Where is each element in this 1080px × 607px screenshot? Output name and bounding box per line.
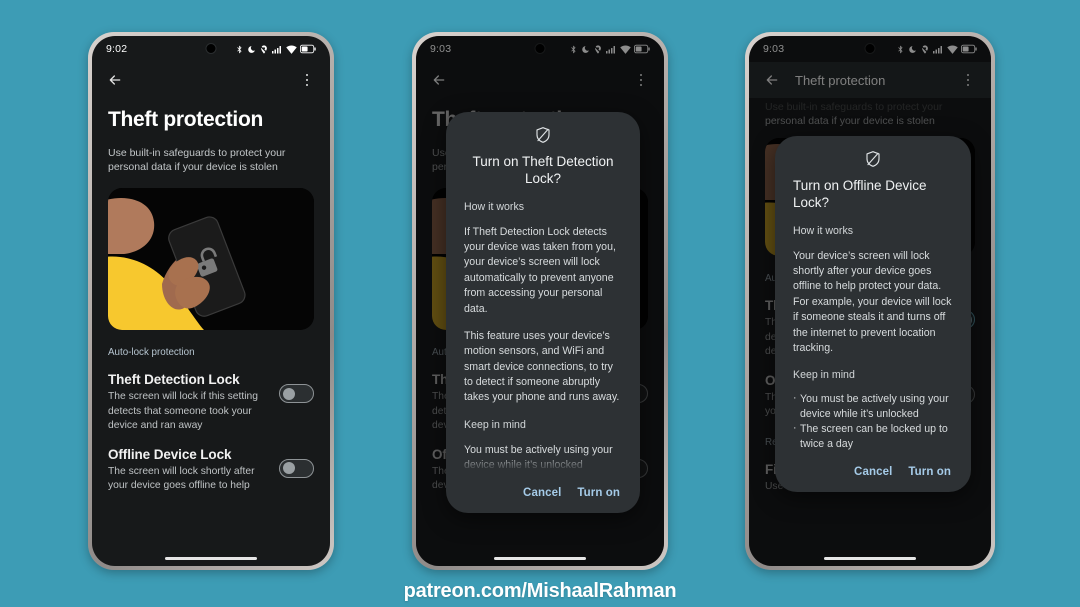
- status-bar: 9:02: [92, 36, 330, 62]
- turn-on-button[interactable]: Turn on: [908, 466, 951, 478]
- camera-punch-hole: [205, 43, 217, 54]
- theft-detection-lock-dialog: Turn on Theft Detection Lock? How it wor…: [446, 112, 640, 514]
- turn-on-button[interactable]: Turn on: [577, 487, 620, 499]
- cancel-button[interactable]: Cancel: [523, 487, 561, 499]
- gesture-nav-pill[interactable]: [494, 557, 586, 560]
- phone-1: 9:02 Theft protection Use built-in safeg…: [88, 32, 334, 570]
- kebab-dots: [305, 73, 309, 87]
- phone-3-screen: 9:03 Theft protection Use built-in safeg…: [749, 36, 991, 566]
- status-bar-icons: [235, 44, 316, 55]
- dialog-title: Turn on Offline Device Lock?: [793, 178, 927, 210]
- dialog-how-paragraph-1: If Theft Detection Lock detects your dev…: [464, 225, 616, 315]
- phone-3: 9:03 Theft protection Use built-in safeg…: [745, 32, 995, 570]
- phone-2: 9:03 Use The The Turn on Theft Detection…: [412, 32, 668, 570]
- offline-device-lock-toggle[interactable]: [279, 458, 314, 478]
- dialog-keep-in-mind-list: You must be actively using your device w…: [793, 391, 953, 452]
- dialog-title: Turn on Theft Detection Lock?: [472, 154, 614, 186]
- dialog-body[interactable]: How it works If Theft Detection Lock det…: [446, 201, 640, 474]
- dialog-keep-in-mind-heading: Keep in mind: [793, 369, 855, 382]
- dialog-how-it-works-heading: How it works: [464, 200, 525, 213]
- gesture-nav-pill[interactable]: [824, 557, 916, 560]
- hero-illustration: [108, 188, 314, 331]
- dialog-keep-in-mind-paragraph: You must be actively using your device w…: [464, 443, 613, 472]
- phone-1-screen: 9:02 Theft protection Use built-in safeg…: [92, 36, 330, 566]
- gesture-nav-pill[interactable]: [165, 557, 257, 560]
- back-arrow-icon[interactable]: [104, 69, 126, 91]
- shield-off-icon: [446, 126, 640, 144]
- dialog-how-paragraph-2: This feature uses your device’s motion s…: [464, 329, 620, 404]
- toggle-knob: [283, 387, 295, 400]
- dialog-how-it-works-heading: How it works: [793, 224, 854, 237]
- setting-text: Theft Detection Lock The screen will loc…: [108, 372, 269, 433]
- location-off-icon: [259, 44, 269, 55]
- offline-device-lock-dialog: Turn on Offline Device Lock? How it work…: [775, 136, 971, 493]
- dialog-actions: Cancel Turn on: [446, 473, 640, 505]
- cellular-signal-icon: [272, 44, 283, 55]
- setting-offline-device-lock[interactable]: Offline Device Lock The screen will lock…: [108, 447, 314, 493]
- page-content: Theft protection Use built-in safeguards…: [92, 108, 330, 493]
- app-bar: [92, 62, 330, 98]
- setting-description: The screen will lock shortly after your …: [108, 465, 255, 492]
- dialog-how-paragraph-1: Your device’s screen will lock shortly a…: [793, 249, 952, 354]
- cancel-button[interactable]: Cancel: [854, 466, 892, 478]
- wifi-icon: [286, 44, 297, 55]
- status-bar-clock: 9:02: [106, 43, 128, 55]
- page-title: Theft protection: [108, 108, 264, 131]
- setting-title: Offline Device Lock: [108, 446, 232, 462]
- phone-2-screen: 9:03 Use The The Turn on Theft Detection…: [416, 36, 664, 566]
- section-label-auto-lock: Auto-lock protection: [108, 347, 195, 359]
- list-item: You must be actively using your device w…: [793, 391, 953, 422]
- footer-watermark: patreon.com/MishaalRahman: [403, 580, 677, 602]
- bluetooth-icon: [235, 44, 244, 55]
- overflow-menu-icon[interactable]: [296, 69, 318, 91]
- list-item: The screen can be locked up to twice a d…: [793, 421, 953, 452]
- do-not-disturb-moon-icon: [247, 44, 256, 55]
- page-subtitle: Use built-in safeguards to protect your …: [108, 147, 286, 174]
- setting-description: The screen will lock if this setting det…: [108, 391, 258, 431]
- setting-title: Theft Detection Lock: [108, 372, 240, 388]
- dialog-body[interactable]: How it works Your device’s screen will l…: [775, 225, 971, 453]
- battery-icon: [300, 44, 316, 54]
- shield-off-icon: [775, 150, 971, 168]
- theft-detection-lock-toggle[interactable]: [279, 384, 314, 404]
- toggle-knob: [283, 462, 295, 475]
- setting-theft-detection-lock[interactable]: Theft Detection Lock The screen will loc…: [108, 372, 314, 433]
- screenshot-stage: 9:02 Theft protection Use built-in safeg…: [0, 0, 1080, 607]
- dialog-actions: Cancel Turn on: [775, 452, 971, 484]
- dialog-keep-in-mind-heading: Keep in mind: [464, 418, 526, 431]
- setting-text: Offline Device Lock The screen will lock…: [108, 447, 269, 493]
